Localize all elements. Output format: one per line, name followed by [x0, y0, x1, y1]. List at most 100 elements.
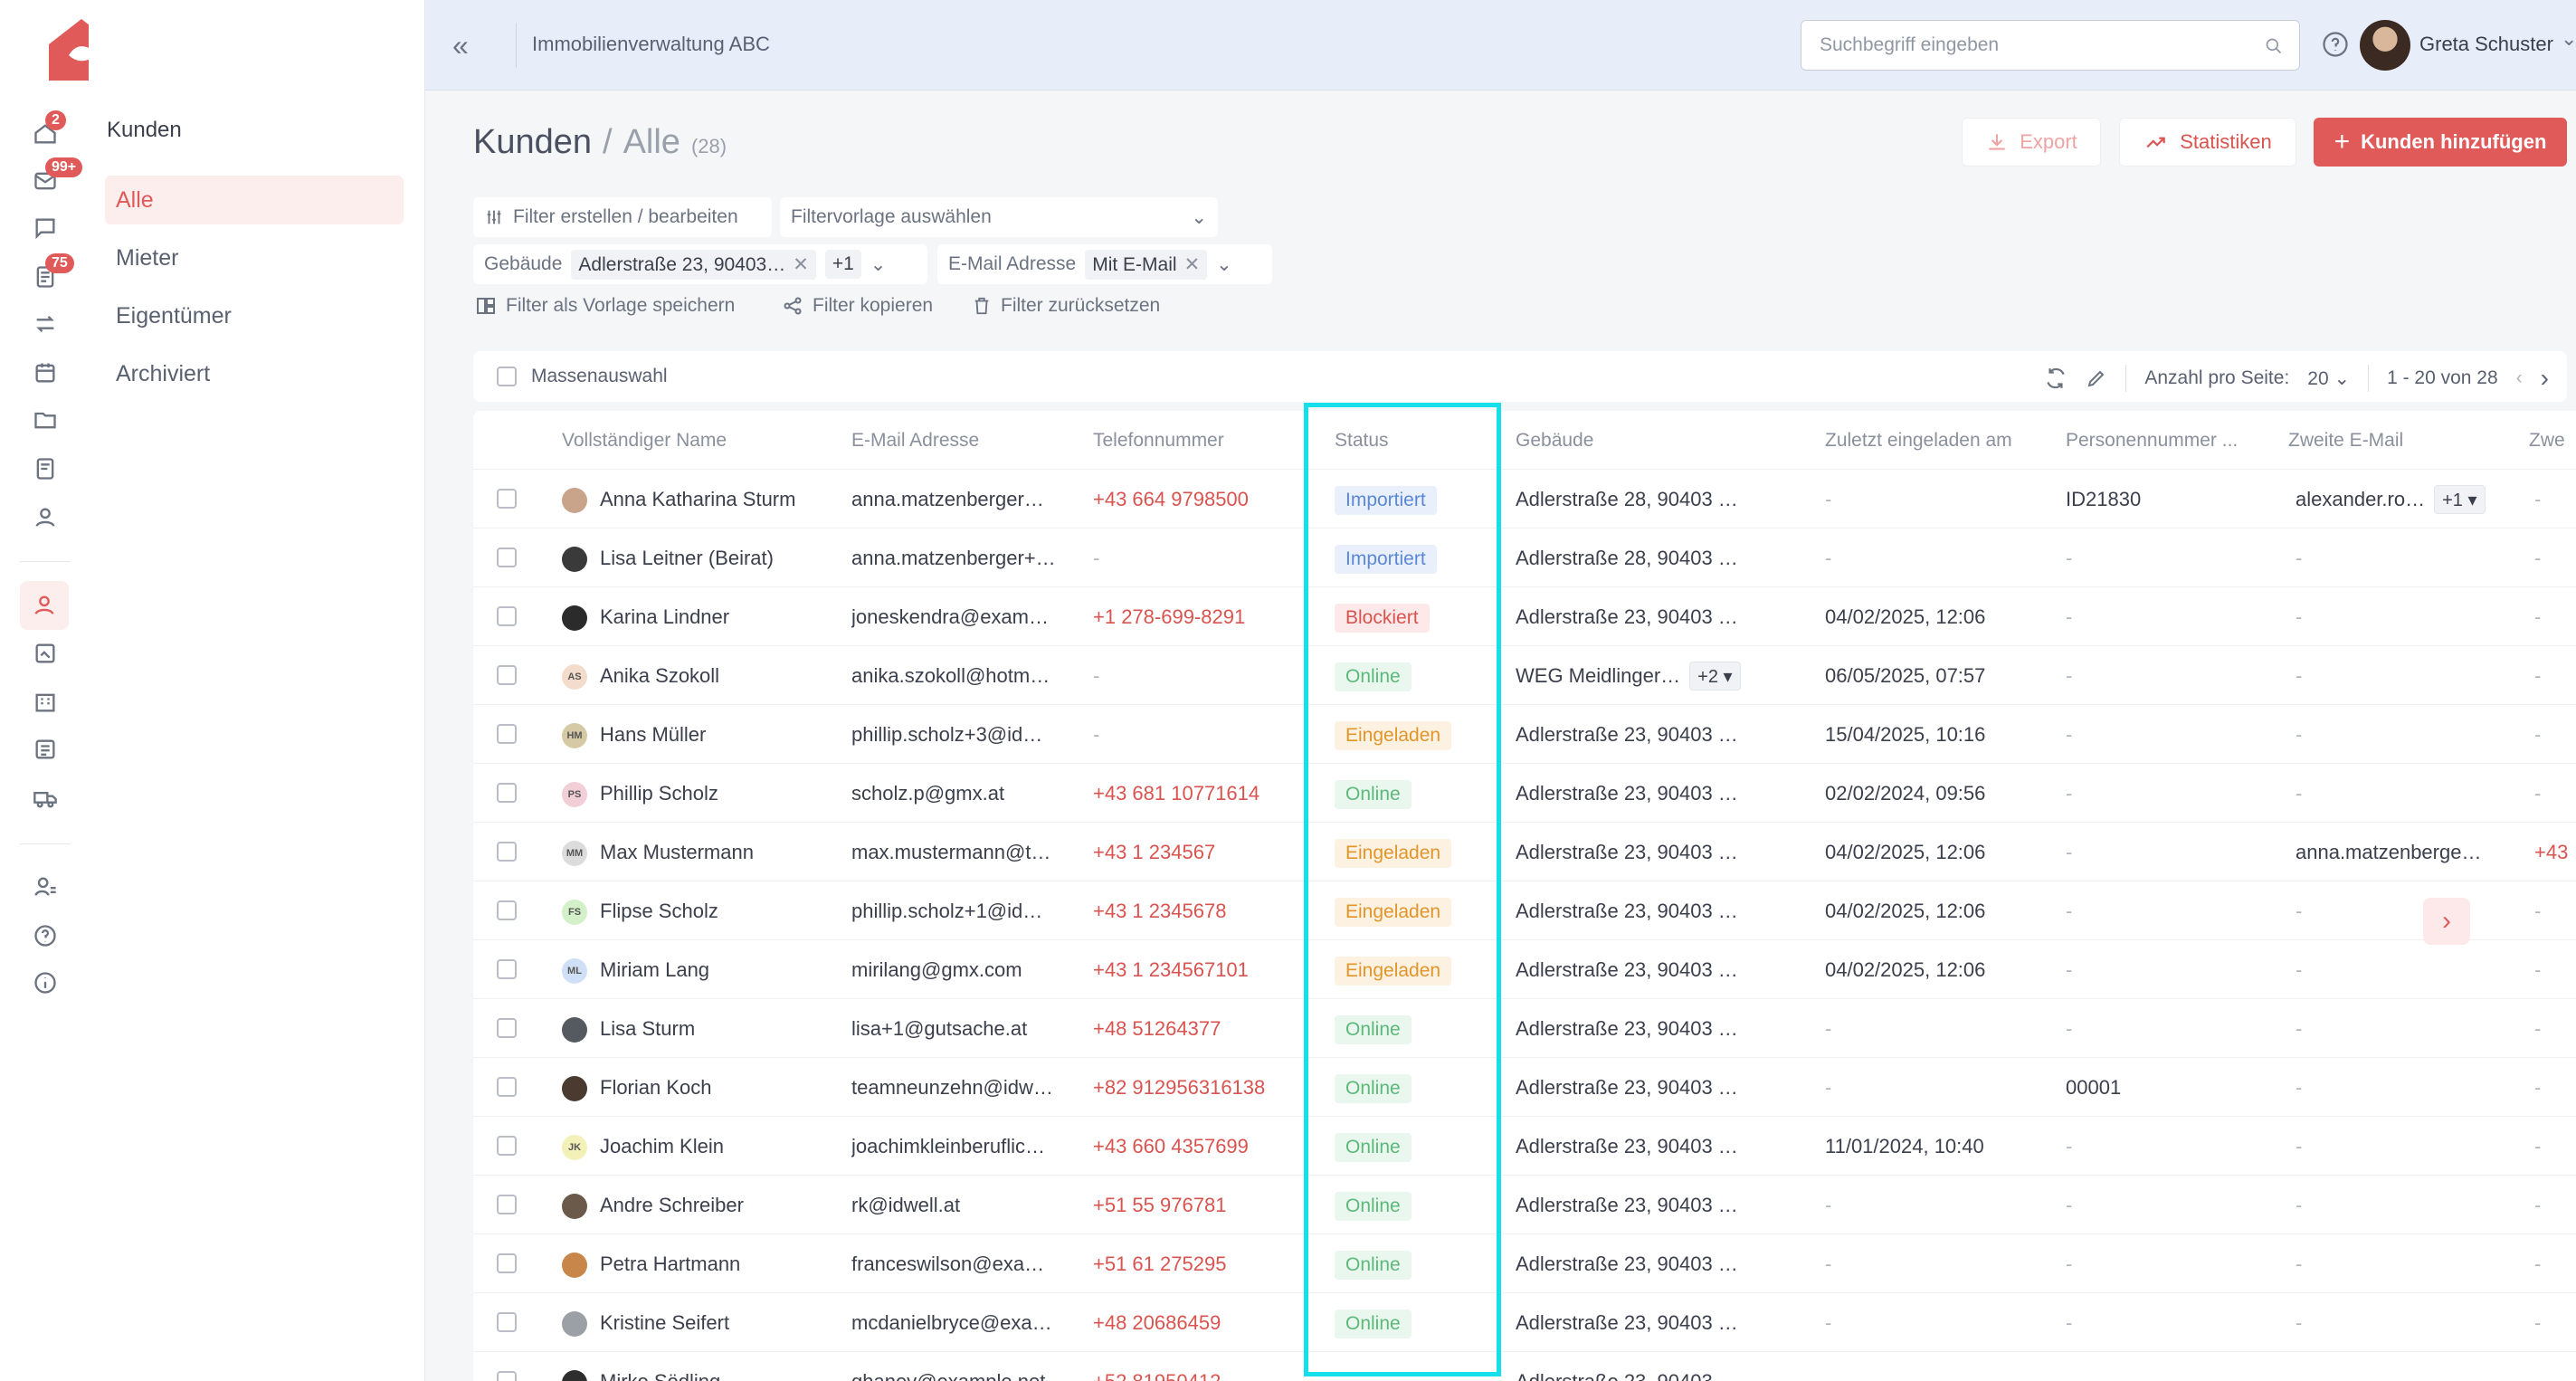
collapse-sidebar-icon[interactable]: «	[452, 31, 469, 60]
contract-icon[interactable]	[29, 637, 62, 670]
column-header-phone[interactable]: Telefonnummer	[1093, 411, 1224, 470]
table-row[interactable]: Andre Schreiber rk@idwell.at +51 55 976781…	[473, 1176, 2576, 1234]
table-row[interactable]: PS Phillip Scholz scholz.p@gmx.at +43 681 1…	[473, 764, 2576, 823]
building-filter[interactable]: Gebäude Adlerstraße 23, 90403… ✕ +1 ⌄	[473, 244, 927, 284]
chevron-down-icon[interactable]: ⌄	[1216, 253, 1232, 276]
filter-template-select[interactable]: Filtervorlage auswählen ⌄	[780, 197, 1218, 237]
add-customer-button[interactable]: + Kunden hinzufügen	[2314, 118, 2567, 167]
save-filter-template-link[interactable]: Filter als Vorlage speichern	[475, 295, 735, 317]
transfer-icon[interactable]	[29, 308, 62, 340]
table-row[interactable]: Petra Hartmann franceswilson@exa… +51 61 2…	[473, 1234, 2576, 1293]
row-checkbox[interactable]	[497, 1371, 517, 1381]
mass-select[interactable]: Massenauswahl	[497, 366, 668, 387]
table-row[interactable]: ML Miriam Lang mirilang@gmx.com +43 1 23456…	[473, 940, 2576, 999]
calendar-icon[interactable]	[29, 357, 62, 389]
table-row[interactable]: Mirko Södling ghaney@example.net +52 81950…	[473, 1352, 2576, 1381]
home-icon[interactable]: 2	[29, 110, 66, 150]
chevron-left-icon[interactable]: ‹	[2516, 367, 2523, 389]
building-more-badge[interactable]: +2 ▾	[1689, 662, 1741, 690]
info-icon[interactable]	[29, 967, 62, 999]
table-row[interactable]: Florian Koch teamneunzehn@idw… +82 9129563…	[473, 1058, 2576, 1117]
row-checkbox[interactable]	[497, 1018, 517, 1038]
row-checkbox[interactable]	[497, 1077, 517, 1097]
name-cell[interactable]: Karina Lindner	[562, 587, 833, 646]
chevron-down-icon[interactable]: ⌄	[2561, 27, 2576, 51]
column-header-invited[interactable]: Zuletzt eingeladen am	[1825, 411, 2012, 470]
building-filter-more[interactable]: +1	[824, 250, 861, 279]
name-cell[interactable]: ML Miriam Lang	[562, 940, 833, 999]
user-name[interactable]: Greta Schuster	[2419, 33, 2553, 56]
column-header-extra[interactable]: Zwe	[2529, 411, 2576, 470]
nav-item-mieter[interactable]: Mieter	[105, 233, 404, 282]
search-input[interactable]: Suchbegriff eingeben	[1801, 20, 2300, 71]
pencil-icon[interactable]	[2086, 367, 2107, 389]
search-icon[interactable]	[2265, 37, 2283, 55]
close-icon[interactable]: ✕	[793, 254, 809, 275]
close-icon[interactable]: ✕	[1184, 254, 1201, 275]
building-icon[interactable]	[29, 686, 62, 719]
user-settings-icon[interactable]	[29, 871, 62, 903]
table-row[interactable]: Karina Lindner joneskendra@exam… +1 278-69…	[473, 587, 2576, 646]
name-cell[interactable]: Kristine Seifert	[562, 1293, 833, 1352]
name-cell[interactable]: AS Anika Szokoll	[562, 646, 833, 705]
name-cell[interactable]: HM Hans Müller	[562, 705, 833, 764]
name-cell[interactable]: Anna Katharina Sturm	[562, 470, 833, 529]
help-icon[interactable]	[2322, 31, 2349, 58]
row-checkbox[interactable]	[497, 665, 517, 685]
row-checkbox[interactable]	[497, 1195, 517, 1214]
customer-icon[interactable]	[20, 581, 69, 630]
mass-select-checkbox[interactable]	[497, 367, 517, 386]
invoice-icon[interactable]	[29, 452, 62, 485]
people-icon[interactable]	[29, 501, 62, 534]
building-filter-tag[interactable]: Adlerstraße 23, 90403… ✕	[571, 249, 816, 280]
column-header-person-number[interactable]: Personennummer ...	[2066, 411, 2247, 470]
second-email-more-badge[interactable]: +1 ▾	[2434, 485, 2486, 514]
row-checkbox[interactable]	[497, 1136, 517, 1156]
name-cell[interactable]: Lisa Sturm	[562, 999, 833, 1058]
chat-icon[interactable]	[29, 212, 62, 244]
row-checkbox[interactable]	[497, 783, 517, 803]
row-checkbox[interactable]	[497, 489, 517, 509]
table-row[interactable]: Anna Katharina Sturm anna.matzenberger… +4…	[473, 470, 2576, 529]
row-checkbox[interactable]	[497, 606, 517, 626]
truck-icon[interactable]	[29, 782, 62, 814]
row-checkbox[interactable]	[497, 842, 517, 862]
email-filter[interactable]: E-Mail Adresse Mit E-Mail ✕ ⌄	[937, 244, 1272, 284]
table-row[interactable]: MM Max Mustermann max.mustermann@t… +43 1 2…	[473, 823, 2576, 881]
row-checkbox[interactable]	[497, 548, 517, 567]
name-cell[interactable]: FS Flipse Scholz	[562, 881, 833, 940]
filter-edit-button[interactable]: Filter erstellen / bearbeiten	[473, 197, 772, 237]
user-avatar[interactable]	[2360, 20, 2410, 71]
name-cell[interactable]: Andre Schreiber	[562, 1176, 833, 1234]
nav-item-eigentuemer[interactable]: Eigentümer	[105, 291, 404, 340]
column-header-name[interactable]: Vollständiger Name	[562, 411, 727, 470]
refresh-icon[interactable]	[2044, 367, 2067, 390]
scroll-right-button[interactable]: ›	[2423, 898, 2470, 945]
name-cell[interactable]: Mirko Södling	[562, 1352, 833, 1381]
name-cell[interactable]: Florian Koch	[562, 1058, 833, 1117]
table-row[interactable]: JK Joachim Klein joachimkleinberuflic… +43 …	[473, 1117, 2576, 1176]
statistics-button[interactable]: Statistiken	[2119, 118, 2296, 167]
chevron-right-icon[interactable]: ›	[2541, 364, 2549, 393]
reset-filter-link[interactable]: Filter zurücksetzen	[972, 295, 1160, 317]
column-header-email[interactable]: E-Mail Adresse	[851, 411, 979, 470]
name-cell[interactable]: JK Joachim Klein	[562, 1117, 833, 1176]
column-header-second-email[interactable]: Zweite E-Mail	[2288, 411, 2403, 470]
row-checkbox[interactable]	[497, 1312, 517, 1332]
copy-filter-link[interactable]: Filter kopieren	[782, 295, 933, 317]
list-icon[interactable]	[29, 733, 62, 766]
column-header-building[interactable]: Gebäude	[1516, 411, 1593, 470]
table-row[interactable]: Kristine Seifert mcdanielbryce@exa… +48 20…	[473, 1293, 2576, 1352]
row-checkbox[interactable]	[497, 959, 517, 979]
name-cell[interactable]: MM Max Mustermann	[562, 823, 833, 881]
row-checkbox[interactable]	[497, 1253, 517, 1273]
help-circle-icon[interactable]	[29, 919, 62, 952]
documents-icon[interactable]: 75	[29, 253, 74, 293]
table-row[interactable]: Lisa Sturm lisa+1@gutsache.at +48 51264377…	[473, 999, 2576, 1058]
mail-icon[interactable]: 99+	[29, 157, 83, 197]
table-row[interactable]: AS Anika Szokoll anika.szokoll@hotm… - Onlin…	[473, 646, 2576, 705]
column-header-status[interactable]: Status	[1335, 411, 1389, 470]
row-checkbox[interactable]	[497, 724, 517, 744]
per-page-select[interactable]: 20 ⌄	[2307, 367, 2350, 390]
name-cell[interactable]: PS Phillip Scholz	[562, 764, 833, 823]
